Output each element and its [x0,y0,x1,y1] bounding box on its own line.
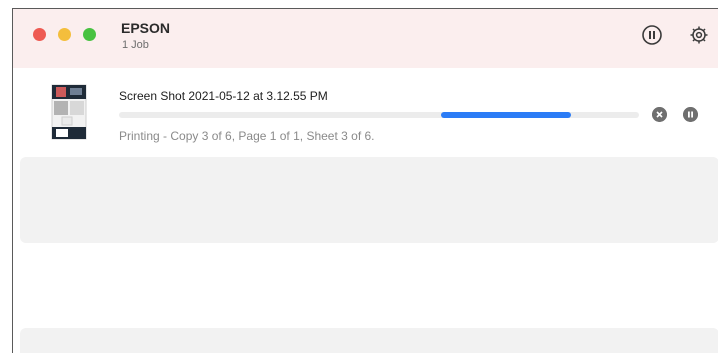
close-window-button[interactable] [33,28,46,41]
job-name: Screen Shot 2021-05-12 at 3.12.55 PM [119,89,328,103]
maximize-window-button[interactable] [83,28,96,41]
gear-icon[interactable] [688,24,710,46]
cancel-x-icon[interactable] [652,107,667,122]
progress-bar [119,112,639,118]
pause-circle-icon[interactable] [641,24,663,46]
title-bar: EPSON 1 Job [13,9,718,68]
print-queue-window: EPSON 1 Job Screen Shot 2021-05-12 at 3.… [12,8,718,353]
printer-name: EPSON [121,20,171,36]
job-status: Printing - Copy 3 of 6, Page 1 of 1, She… [119,129,375,143]
progress-fill [441,112,572,118]
minimize-window-button[interactable] [58,28,71,41]
print-job-row[interactable]: Screen Shot 2021-05-12 at 3.12.55 PM Pri… [13,68,718,156]
empty-list-row [20,328,718,353]
job-count: 1 Job [122,39,149,51]
pause-job-icon[interactable] [683,107,698,122]
empty-list-row [20,157,718,243]
document-thumbnail-icon [51,84,87,140]
